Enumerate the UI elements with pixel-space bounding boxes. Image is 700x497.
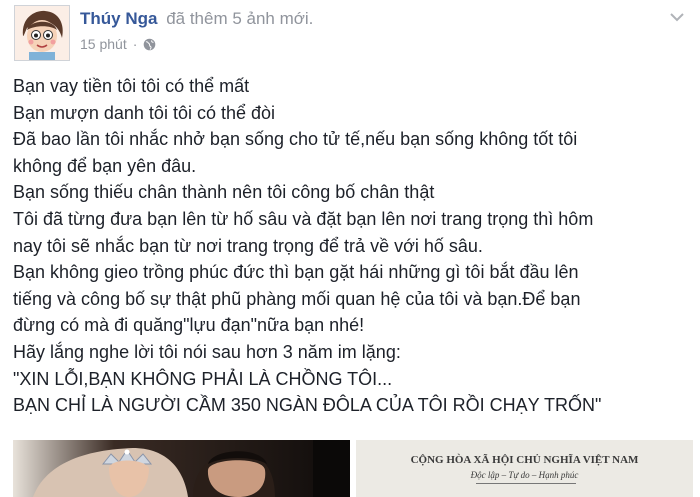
post-line: không để bạn yên đâu. [13, 155, 197, 176]
post-line: đừng có mà đi quăng"lựu đạn"nữa bạn nhé! [13, 315, 365, 336]
post-header-line: Thúy Nga đã thêm 5 ảnh mới. [80, 8, 313, 30]
post-line: "XIN LỖI,BẠN KHÔNG PHẢI LÀ CHỒNG TÔI... [13, 368, 393, 389]
post-action-text: đã thêm 5 ảnh mới. [166, 9, 314, 28]
wedding-photo[interactable] [13, 440, 350, 497]
post-line: tiếng và công bố sự thật phũ phàng mối q… [13, 288, 581, 309]
post-line: BẠN CHỈ LÀ NGƯỜI CẦM 350 NGÀN ĐÔLA CỦA T… [13, 395, 602, 416]
post-line: Bạn không gieo trồng phúc đức thì bạn gặ… [13, 262, 579, 283]
post-timestamp[interactable]: 15 phút [80, 36, 127, 52]
document-subheader: Độc lập – Tự do – Hạnh phúc [470, 470, 579, 480]
post-line: Hãy lắng nghe lời tôi nói sau hơn 3 năm … [13, 341, 401, 362]
post-line: Bạn sống thiếu chân thành nên tôi công b… [13, 182, 435, 203]
post-line: Bạn vay tiền tôi tôi có thể mất [13, 76, 250, 96]
post-text: Bạn vay tiền tôi tôi có thể mất Bạn mượn… [13, 73, 693, 419]
document-header: CỘNG HÒA XÃ HỘI CHỦ NGHĨA VIỆT NAM [410, 454, 639, 466]
document-photo[interactable]: CỘNG HÒA XÃ HỘI CHỦ NGHĨA VIỆT NAM Độc l… [356, 440, 693, 497]
post-line: Tôi đã từng đưa bạn lên từ hố sâu và đặt… [13, 208, 594, 229]
post-line: Đã bao lần tôi nhắc nhở bạn sống cho tử … [13, 129, 578, 150]
meta-separator: · [132, 36, 138, 52]
post-line: Bạn mượn danh tôi tôi có thể đòi [13, 102, 276, 123]
chevron-down-icon[interactable] [668, 10, 686, 24]
document-divider [476, 483, 576, 484]
globe-icon[interactable] [143, 38, 156, 51]
author-name[interactable]: Thúy Nga [80, 9, 157, 28]
post-meta: 15 phút · [80, 36, 156, 52]
post-line: nay tôi sẽ nhắc bạn từ nơi trang trọng đ… [13, 235, 483, 256]
avatar-image [15, 6, 69, 60]
photo-grid: CỘNG HÒA XÃ HỘI CHỦ NGHĨA VIỆT NAM Độc l… [13, 440, 693, 497]
avatar[interactable] [14, 5, 70, 61]
